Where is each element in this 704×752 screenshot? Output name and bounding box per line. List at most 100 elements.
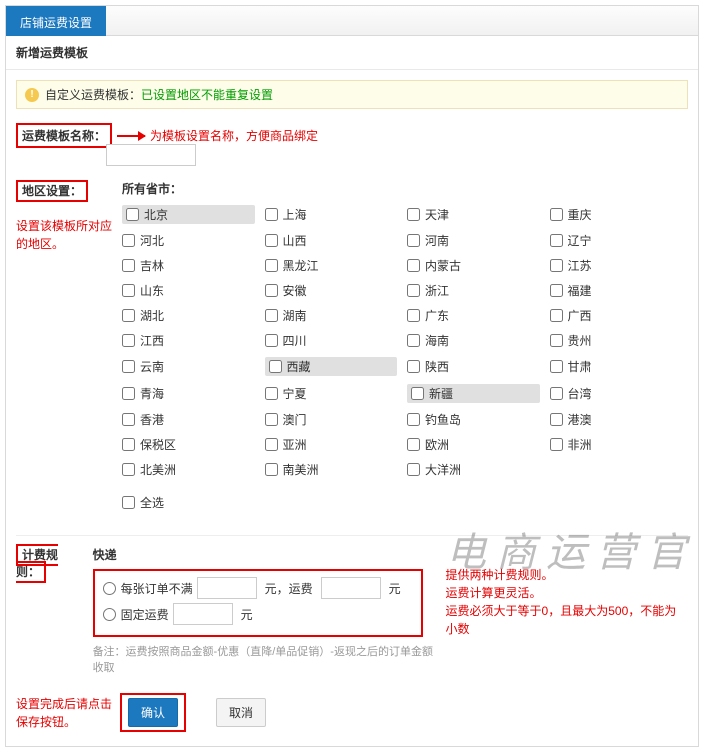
region-checkbox[interactable]: 云南: [122, 357, 255, 376]
region-checkbox-input[interactable]: [265, 234, 278, 247]
rule1-radio[interactable]: [103, 582, 116, 595]
region-checkbox[interactable]: 湖南: [265, 307, 398, 324]
region-checkbox-input[interactable]: [550, 309, 563, 322]
region-checkbox[interactable]: 内蒙古: [407, 257, 540, 274]
region-checkbox-input[interactable]: [550, 438, 563, 451]
region-checkbox[interactable]: 台湾: [550, 384, 683, 403]
region-checkbox[interactable]: 亚洲: [265, 436, 398, 453]
region-checkbox-input[interactable]: [265, 463, 278, 476]
region-checkbox[interactable]: 贵州: [550, 332, 683, 349]
select-all-checkbox[interactable]: 全选: [122, 494, 682, 511]
region-checkbox-input[interactable]: [122, 309, 135, 322]
region-checkbox-input[interactable]: [126, 208, 139, 221]
region-checkbox-input[interactable]: [407, 208, 420, 221]
region-checkbox-input[interactable]: [550, 284, 563, 297]
region-checkbox-input[interactable]: [265, 413, 278, 426]
region-checkbox[interactable]: 港澳: [550, 411, 683, 428]
rule1-fee-input[interactable]: [321, 577, 381, 599]
region-checkbox[interactable]: 广东: [407, 307, 540, 324]
region-checkbox[interactable]: 大洋洲: [407, 461, 540, 478]
express-label: 快递: [93, 546, 438, 563]
region-checkbox-input[interactable]: [407, 234, 420, 247]
rule1-unit1: 元，运费: [265, 580, 313, 597]
region-checkbox[interactable]: 四川: [265, 332, 398, 349]
region-checkbox[interactable]: 上海: [265, 205, 398, 224]
region-checkbox[interactable]: 南美洲: [265, 461, 398, 478]
region-checkbox[interactable]: 湖北: [122, 307, 255, 324]
region-checkbox[interactable]: 河北: [122, 232, 255, 249]
region-checkbox-input[interactable]: [407, 413, 420, 426]
template-name-field[interactable]: [106, 144, 196, 166]
region-checkbox-input[interactable]: [122, 463, 135, 476]
tab-shipping-settings[interactable]: 店铺运费设置: [6, 6, 106, 36]
region-checkbox-input[interactable]: [269, 360, 282, 373]
region-checkbox-input[interactable]: [550, 208, 563, 221]
region-checkbox[interactable]: 福建: [550, 282, 683, 299]
region-checkbox-input[interactable]: [265, 208, 278, 221]
region-checkbox[interactable]: 山西: [265, 232, 398, 249]
region-checkbox[interactable]: 海南: [407, 332, 540, 349]
region-checkbox-input[interactable]: [265, 309, 278, 322]
region-checkbox[interactable]: 重庆: [550, 205, 683, 224]
region-checkbox[interactable]: 安徽: [265, 282, 398, 299]
cancel-button[interactable]: 取消: [216, 698, 266, 727]
region-checkbox[interactable]: 甘肃: [550, 357, 683, 376]
region-checkbox[interactable]: 北京: [122, 205, 255, 224]
region-checkbox[interactable]: 陕西: [407, 357, 540, 376]
region-checkbox-input[interactable]: [407, 438, 420, 451]
region-checkbox-input[interactable]: [550, 259, 563, 272]
region-checkbox[interactable]: 新疆: [407, 384, 540, 403]
region-checkbox-input[interactable]: [407, 309, 420, 322]
region-checkbox[interactable]: 西藏: [265, 357, 398, 376]
region-checkbox[interactable]: 山东: [122, 282, 255, 299]
region-checkbox-input[interactable]: [550, 413, 563, 426]
region-checkbox-input[interactable]: [265, 387, 278, 400]
region-checkbox[interactable]: 宁夏: [265, 384, 398, 403]
region-checkbox-input[interactable]: [407, 334, 420, 347]
region-checkbox[interactable]: 辽宁: [550, 232, 683, 249]
region-checkbox-input[interactable]: [411, 387, 424, 400]
region-checkbox-input[interactable]: [550, 234, 563, 247]
region-checkbox-input[interactable]: [265, 259, 278, 272]
region-checkbox-input[interactable]: [122, 413, 135, 426]
region-checkbox-input[interactable]: [550, 360, 563, 373]
region-checkbox-input[interactable]: [265, 438, 278, 451]
region-checkbox[interactable]: 河南: [407, 232, 540, 249]
region-checkbox-input[interactable]: [407, 259, 420, 272]
region-checkbox-input[interactable]: [550, 387, 563, 400]
region-checkbox-input[interactable]: [407, 463, 420, 476]
rule1-threshold-input[interactable]: [197, 577, 257, 599]
region-checkbox[interactable]: 天津: [407, 205, 540, 224]
region-checkbox-input[interactable]: [122, 387, 135, 400]
region-checkbox[interactable]: 香港: [122, 411, 255, 428]
region-checkbox[interactable]: 黑龙江: [265, 257, 398, 274]
region-checkbox[interactable]: 钓鱼岛: [407, 411, 540, 428]
region-checkbox-input[interactable]: [122, 438, 135, 451]
region-checkbox[interactable]: 青海: [122, 384, 255, 403]
rule2-fee-input[interactable]: [173, 603, 233, 625]
region-checkbox-input[interactable]: [550, 334, 563, 347]
region-checkbox[interactable]: 欧洲: [407, 436, 540, 453]
region-checkbox[interactable]: 非洲: [550, 436, 683, 453]
region-checkbox[interactable]: 澳门: [265, 411, 398, 428]
region-checkbox-input[interactable]: [122, 360, 135, 373]
region-label: 内蒙古: [425, 257, 461, 274]
region-checkbox[interactable]: 江苏: [550, 257, 683, 274]
region-label: 重庆: [568, 206, 592, 223]
region-checkbox-input[interactable]: [407, 360, 420, 373]
region-checkbox-input[interactable]: [122, 234, 135, 247]
rule2-radio[interactable]: [103, 608, 116, 621]
region-checkbox-input[interactable]: [122, 284, 135, 297]
region-checkbox[interactable]: 吉林: [122, 257, 255, 274]
region-checkbox[interactable]: 保税区: [122, 436, 255, 453]
region-checkbox-input[interactable]: [122, 259, 135, 272]
region-checkbox-input[interactable]: [265, 284, 278, 297]
region-checkbox-input[interactable]: [265, 334, 278, 347]
region-checkbox-input[interactable]: [407, 284, 420, 297]
region-checkbox[interactable]: 广西: [550, 307, 683, 324]
confirm-button[interactable]: 确认: [128, 698, 178, 727]
region-checkbox[interactable]: 浙江: [407, 282, 540, 299]
region-checkbox[interactable]: 江西: [122, 332, 255, 349]
region-checkbox-input[interactable]: [122, 334, 135, 347]
region-checkbox[interactable]: 北美洲: [122, 461, 255, 478]
